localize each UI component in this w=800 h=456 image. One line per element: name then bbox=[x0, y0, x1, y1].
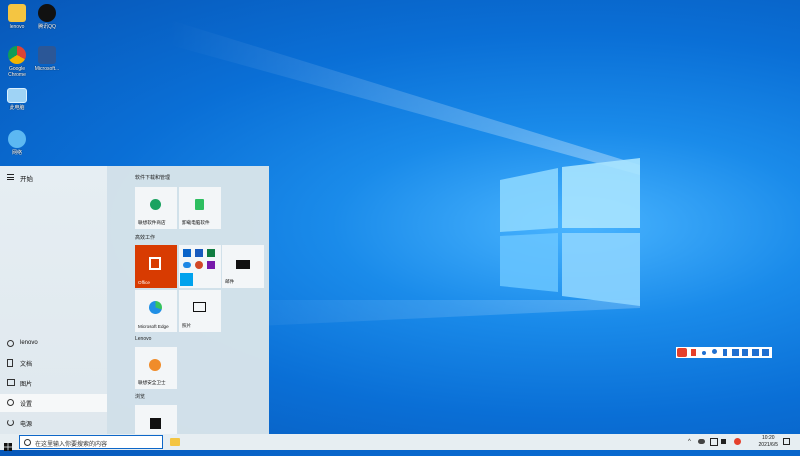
tile-group-label: 高效工作 bbox=[135, 235, 156, 241]
desktop-icon-label: 腾讯QQ bbox=[38, 24, 56, 30]
skin-icon[interactable] bbox=[742, 349, 748, 356]
rail-item-user[interactable]: lenovo bbox=[0, 335, 107, 353]
word-icon bbox=[38, 46, 56, 64]
rail-item-power[interactable]: 电源 bbox=[0, 414, 107, 432]
tile-label: 邮件 bbox=[225, 279, 235, 284]
office-logo-icon bbox=[149, 257, 161, 270]
tile-mail[interactable]: 邮件 bbox=[222, 245, 264, 288]
user-icon bbox=[7, 340, 14, 347]
desktop-icon-label: lenovo bbox=[9, 24, 25, 30]
rail-item-label: 设置 bbox=[20, 402, 33, 408]
desktop-icon-label: 此电脑 bbox=[9, 105, 25, 111]
desktop-icon-label: Google Chrome bbox=[8, 66, 26, 78]
system-clock[interactable]: 10:20 2021/6/5 bbox=[759, 435, 778, 448]
qq-penguin-icon bbox=[38, 4, 56, 22]
powerpoint-icon bbox=[195, 261, 203, 269]
envelope-icon bbox=[236, 260, 250, 269]
onedrive-icon bbox=[183, 262, 191, 268]
tile-label: 联想安全卫士 bbox=[138, 380, 166, 385]
rail-item-documents[interactable]: 文档 bbox=[0, 354, 107, 372]
punctuation-icon[interactable] bbox=[702, 351, 706, 355]
photo-icon bbox=[193, 302, 206, 312]
desktop-icon-word[interactable]: Microsoft... bbox=[30, 46, 64, 72]
rail-item-pictures[interactable]: 图片 bbox=[0, 374, 107, 392]
start-menu-header: 开始 bbox=[0, 170, 107, 186]
search-icon bbox=[24, 439, 31, 446]
keyboard-icon[interactable] bbox=[732, 349, 739, 356]
tile-group-label: Lenovo bbox=[135, 336, 152, 342]
hamburger-menu-icon[interactable] bbox=[7, 174, 14, 182]
tile-office[interactable]: Office bbox=[135, 245, 177, 288]
notification-icon[interactable] bbox=[783, 438, 790, 445]
chrome-icon bbox=[8, 46, 26, 64]
picture-icon bbox=[7, 379, 15, 386]
file-explorer-icon[interactable] bbox=[170, 438, 180, 446]
rail-item-settings[interactable]: 设置 bbox=[0, 394, 107, 412]
outlook-icon bbox=[183, 249, 191, 257]
power-icon bbox=[7, 419, 14, 426]
gear-icon bbox=[7, 399, 14, 406]
clock-date: 2021/6/5 bbox=[758, 441, 778, 448]
tile-office-apps-folder[interactable] bbox=[179, 245, 221, 288]
ime-s-icon[interactable] bbox=[734, 438, 741, 445]
document-icon bbox=[7, 359, 13, 367]
desktop-icon-network[interactable]: 网络 bbox=[0, 130, 34, 156]
lang-zh-icon[interactable] bbox=[691, 349, 696, 356]
tile-group-label: 软件下载和管理 bbox=[135, 175, 171, 181]
tile-label: Office bbox=[138, 280, 150, 285]
excel-icon bbox=[207, 249, 215, 257]
search-placeholder: 在这里输入你要搜索的内容 bbox=[35, 442, 108, 448]
desktop-icon-label: Microsoft... bbox=[34, 66, 60, 72]
tile-photos[interactable]: 照片 bbox=[179, 290, 221, 332]
rail-item-label: 电源 bbox=[20, 422, 33, 428]
tile-label: Microsoft Edge bbox=[138, 324, 169, 329]
emoji-icon[interactable] bbox=[712, 349, 717, 354]
taskbar: 在这里输入你要搜索的内容 ^ 10:20 2021/6/5 bbox=[0, 434, 800, 451]
tile-store[interactable] bbox=[135, 405, 177, 434]
ime-toolbar[interactable] bbox=[676, 347, 772, 358]
network-icon[interactable] bbox=[710, 438, 718, 446]
onenote-icon bbox=[207, 261, 215, 269]
folder-icon bbox=[8, 4, 26, 22]
volume-icon[interactable] bbox=[721, 439, 726, 444]
skype-icon bbox=[180, 273, 193, 286]
tile-group-label: 浏览 bbox=[135, 394, 146, 400]
network-globe-icon bbox=[8, 130, 26, 148]
lenovo-shield-icon bbox=[149, 359, 161, 371]
tile-label: 照片 bbox=[182, 323, 192, 328]
tray-cloud-icon[interactable] bbox=[698, 439, 705, 444]
edge-icon bbox=[149, 301, 162, 314]
tile-lenovo-store[interactable]: 联想软件商店 bbox=[135, 187, 177, 229]
tile-lenovo-app[interactable]: 联想安全卫士 bbox=[135, 347, 177, 389]
tile-label: 卸载电脑软件 bbox=[182, 220, 210, 225]
tray-chevron-up-icon[interactable]: ^ bbox=[688, 439, 691, 445]
rail-item-label: 图片 bbox=[20, 382, 33, 388]
tile-label: 联想软件商店 bbox=[138, 220, 166, 225]
mic-icon[interactable] bbox=[723, 349, 727, 356]
search-input[interactable]: 在这里输入你要搜索的内容 bbox=[19, 435, 163, 449]
tile-uninstall[interactable]: 卸载电脑软件 bbox=[179, 187, 221, 229]
rail-item-label: 文档 bbox=[20, 362, 33, 368]
word-icon bbox=[195, 249, 203, 257]
rail-item-label: lenovo bbox=[20, 340, 38, 346]
sogou-logo-icon bbox=[677, 348, 687, 357]
desktop-icon-lenovo[interactable]: lenovo bbox=[0, 4, 34, 30]
trash-icon bbox=[195, 199, 204, 210]
windows-start-icon[interactable] bbox=[4, 438, 12, 451]
menu-icon[interactable] bbox=[762, 349, 769, 356]
shopping-bag-icon bbox=[150, 418, 161, 429]
desktop-icon-qq[interactable]: 腾讯QQ bbox=[30, 4, 64, 30]
desktop-icon-label: 网络 bbox=[11, 150, 22, 156]
desktop-icon-chrome[interactable]: Google Chrome bbox=[0, 46, 34, 78]
toolbox-icon[interactable] bbox=[752, 349, 759, 356]
tile-edge[interactable]: Microsoft Edge bbox=[135, 290, 177, 332]
computer-icon bbox=[7, 88, 27, 103]
start-menu-title: 开始 bbox=[20, 176, 33, 183]
store-bag-icon bbox=[150, 199, 161, 210]
desktop-icon-this-pc[interactable]: 此电脑 bbox=[0, 88, 34, 111]
